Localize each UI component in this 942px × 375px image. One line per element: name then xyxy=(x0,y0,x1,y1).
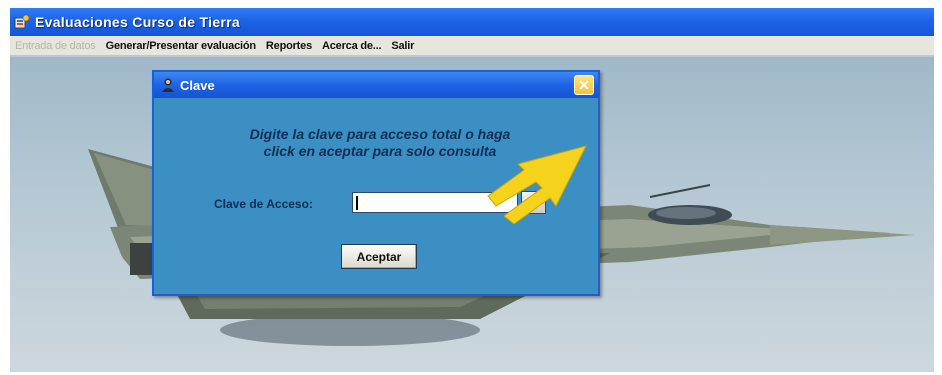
app-title: Evaluaciones Curso de Tierra xyxy=(35,14,241,30)
menu-bar: Entrada de datos Generar/Presentar evalu… xyxy=(10,36,934,56)
menu-generar-presentar[interactable]: Generar/Presentar evaluación xyxy=(101,40,261,52)
close-button[interactable]: ✕ xyxy=(574,75,594,95)
menu-entrada-de-datos[interactable]: Entrada de datos xyxy=(10,40,101,52)
close-icon: ✕ xyxy=(578,77,590,93)
dialog-title: Clave xyxy=(180,77,215,93)
text-caret xyxy=(356,196,358,210)
access-key-label: Clave de Acceso: xyxy=(214,197,313,211)
dialog-titlebar[interactable]: Clave ✕ xyxy=(154,72,598,98)
pointer-arrow-icon xyxy=(487,145,587,224)
menu-acerca-de[interactable]: Acerca de... xyxy=(317,40,386,52)
main-titlebar[interactable]: Evaluaciones Curso de Tierra xyxy=(10,8,934,36)
user-lock-icon xyxy=(160,77,176,93)
menu-reportes[interactable]: Reportes xyxy=(261,40,317,52)
accept-button[interactable]: Aceptar xyxy=(341,244,417,269)
menu-salir[interactable]: Salir xyxy=(386,40,419,52)
app-window-icon xyxy=(14,14,30,30)
